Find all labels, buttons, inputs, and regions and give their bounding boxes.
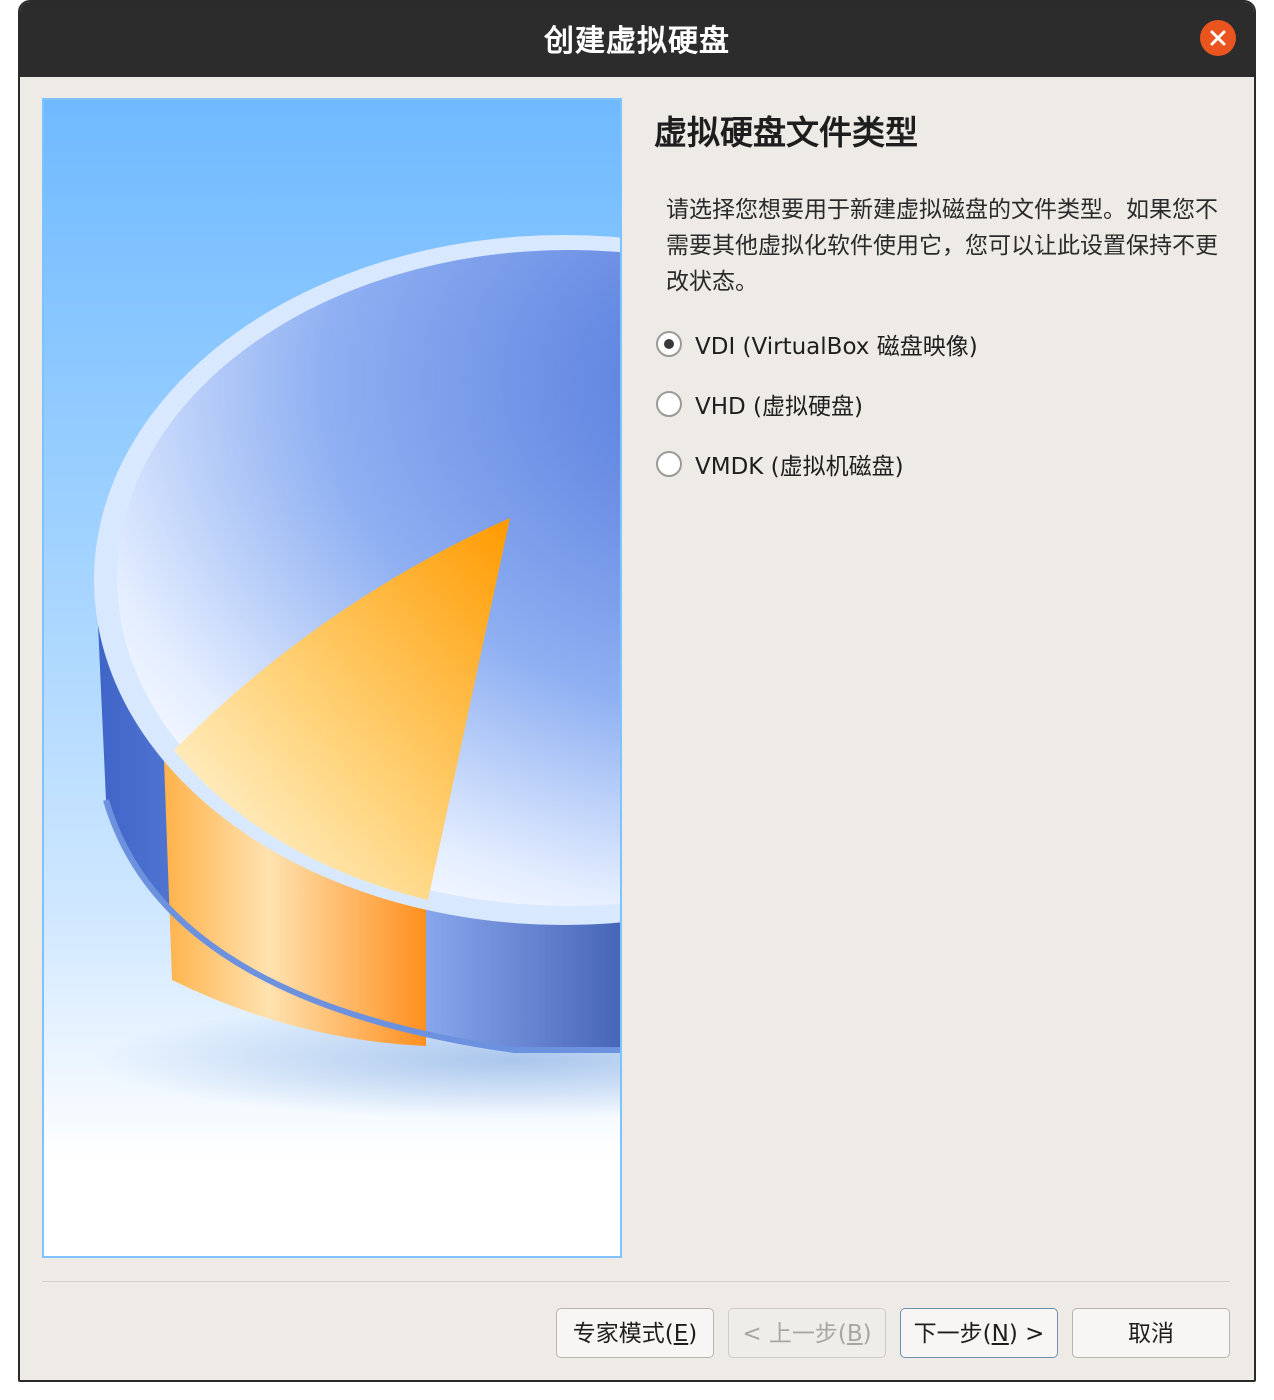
title-bar[interactable]: 创建虚拟硬盘: [20, 2, 1254, 77]
back-button[interactable]: < 上一步(B): [728, 1308, 886, 1358]
expert-mode-label-end: ): [688, 1321, 698, 1347]
expert-mode-label: 专家模式(: [572, 1321, 674, 1347]
option-vhd[interactable]: VHD (虚拟硬盘): [656, 384, 863, 424]
next-label: 下一步(: [913, 1321, 992, 1347]
footer-divider: [42, 1281, 1230, 1282]
close-button[interactable]: [1200, 20, 1236, 56]
expert-mode-button[interactable]: 专家模式(E): [556, 1308, 714, 1358]
dialog-window: 创建虚拟硬盘 虚拟硬盘文件类型 请选择您想要用于新建虚拟磁盘的文件类型。如果您不…: [18, 0, 1256, 1382]
option-label: VHD (虚拟硬盘): [695, 394, 863, 420]
back-label-end: ): [862, 1321, 872, 1347]
close-icon: [1210, 30, 1226, 46]
description-text: 请选择您想要用于新建虚拟磁盘的文件类型。如果您不需要其他虚拟化软件使用它，您可以…: [666, 197, 1218, 295]
next-label-end: ) >: [1008, 1321, 1045, 1347]
window-title: 创建虚拟硬盘: [544, 24, 730, 59]
radio-button[interactable]: [656, 391, 682, 417]
back-shortcut: B: [846, 1321, 863, 1347]
option-label: VDI (VirtualBox 磁盘映像): [695, 334, 978, 360]
expert-mode-shortcut: E: [673, 1321, 689, 1347]
hard-disk-icon: [94, 235, 620, 1120]
cancel-button[interactable]: 取消: [1072, 1308, 1230, 1358]
page-heading: 虚拟硬盘文件类型: [654, 113, 918, 152]
hard-disk-illustration: [42, 98, 622, 1258]
next-button[interactable]: 下一步(N) >: [900, 1308, 1058, 1358]
option-vdi[interactable]: VDI (VirtualBox 磁盘映像): [656, 324, 978, 364]
option-vmdk[interactable]: VMDK (虚拟机磁盘): [656, 444, 904, 484]
option-label: VMDK (虚拟机磁盘): [695, 454, 904, 480]
radio-button-checked[interactable]: [656, 331, 682, 357]
next-shortcut: N: [991, 1321, 1009, 1347]
radio-button[interactable]: [656, 451, 682, 477]
back-label: < 上一步(: [742, 1321, 847, 1347]
